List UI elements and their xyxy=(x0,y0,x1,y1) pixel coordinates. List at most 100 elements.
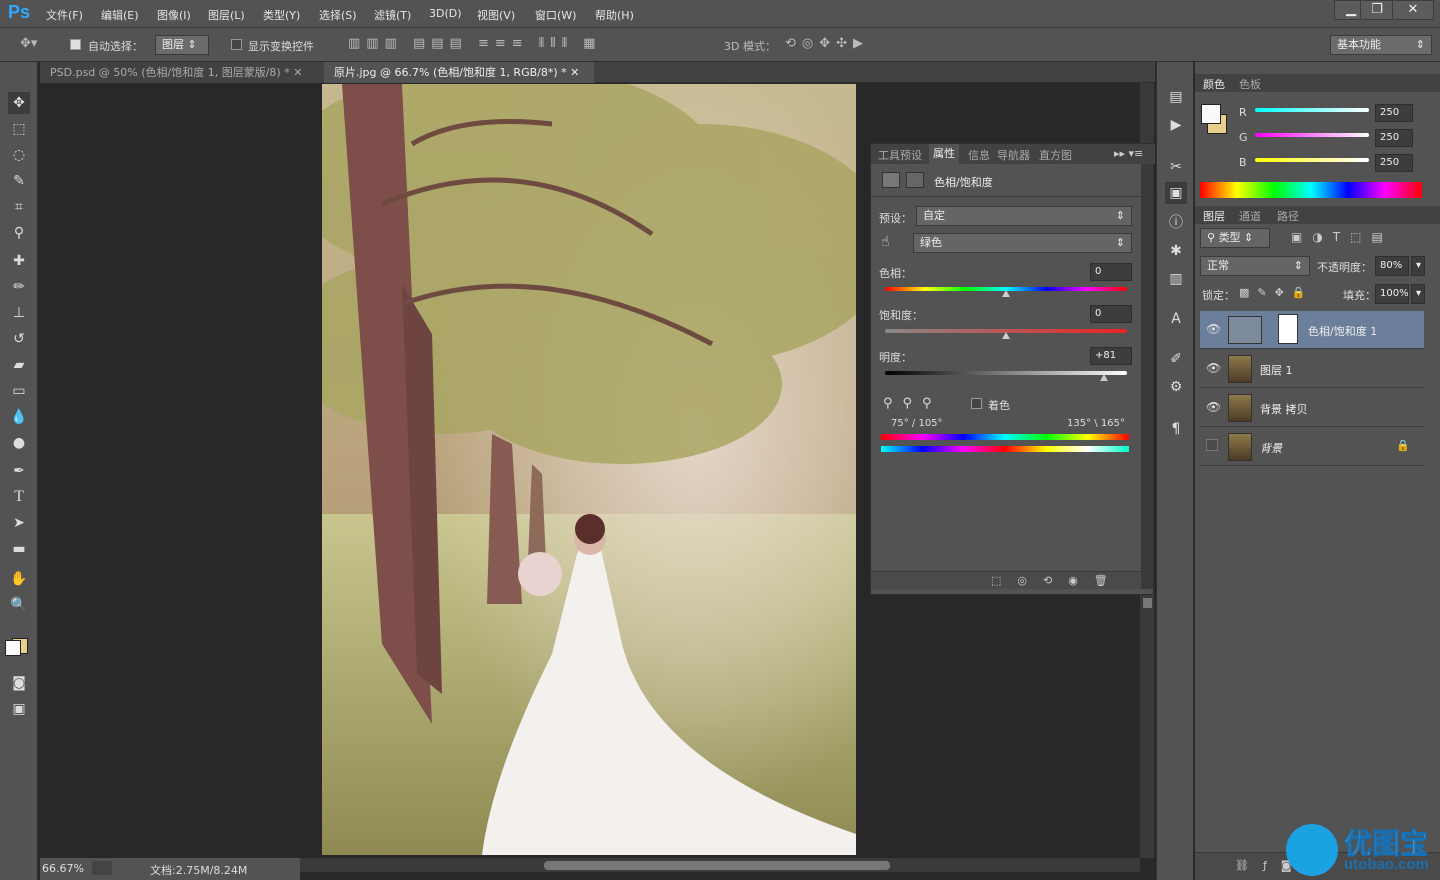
fill-input[interactable]: 100% xyxy=(1375,284,1409,304)
foreground-color-swatch[interactable] xyxy=(5,640,21,656)
visibility-eye-icon[interactable] xyxy=(1206,439,1218,451)
saturation-input[interactable]: 0 xyxy=(1090,305,1132,323)
actions-icon[interactable]: ▶ xyxy=(1165,114,1187,136)
properties-scrollbar[interactable] xyxy=(1141,164,1153,589)
range-bar-top[interactable] xyxy=(881,434,1129,440)
blur-tool-icon[interactable]: 💧 xyxy=(8,406,30,428)
menu-item-3[interactable]: 图层(L) xyxy=(208,7,245,23)
clone-stamp-icon[interactable]: ⊥ xyxy=(8,302,30,324)
lasso-tool-icon[interactable]: ◌ xyxy=(8,144,30,166)
blend-mode-select[interactable]: 正常 ⇕ xyxy=(1200,256,1310,276)
tab-properties[interactable]: 属性 xyxy=(929,144,959,164)
3d-mode-icons[interactable]: ⟲◎✥✣▶ xyxy=(785,36,869,51)
eyedropper-icons[interactable]: ⚲⚲⚲ xyxy=(883,396,942,411)
status-icon[interactable] xyxy=(92,861,112,875)
menu-item-5[interactable]: 选择(S) xyxy=(319,7,357,23)
menu-item-1[interactable]: 编辑(E) xyxy=(101,7,139,23)
footer-icons[interactable]: ⬚◎⟲◉🗑 xyxy=(991,574,1124,587)
saturation-slider-thumb[interactable] xyxy=(1002,332,1010,339)
layer-row[interactable]: 👁 背景 拷贝 xyxy=(1200,389,1424,427)
tab-tool-presets[interactable]: 工具预设 xyxy=(878,147,922,163)
layer-row[interactable]: 👁 色相/饱和度 1 xyxy=(1200,311,1424,349)
opacity-input[interactable]: 80% xyxy=(1375,256,1409,276)
quick-select-icon[interactable]: ✎ xyxy=(8,170,30,192)
menu-item-7[interactable]: 3D(D) xyxy=(429,7,462,20)
tab-color[interactable]: 颜色 xyxy=(1203,76,1225,92)
tab-layers[interactable]: 图层 xyxy=(1203,208,1225,224)
move-tool-icon[interactable]: ✥▾ xyxy=(20,36,37,51)
layer-name[interactable]: 色相/饱和度 1 xyxy=(1308,323,1377,339)
opacity-dropdown-icon[interactable]: ▾ xyxy=(1411,256,1425,276)
screen-mode-icon[interactable]: ▣ xyxy=(8,698,30,720)
lightness-slider[interactable] xyxy=(885,371,1127,375)
horizontal-scroll-thumb[interactable] xyxy=(544,861,890,870)
zoom-tool-icon[interactable]: 🔍 xyxy=(8,594,30,616)
character-icon[interactable]: A xyxy=(1165,308,1187,330)
brush-tool-icon[interactable]: ✏ xyxy=(8,276,30,298)
layer-name[interactable]: 图层 1 xyxy=(1260,362,1293,378)
quick-mask-icon[interactable]: ◙ xyxy=(8,672,30,694)
shape-tool-icon[interactable]: ▬ xyxy=(8,538,30,560)
document-image[interactable] xyxy=(322,84,856,855)
b-slider[interactable] xyxy=(1255,158,1369,162)
layer-filter-select[interactable]: ⚲ 类型 ⇕ xyxy=(1200,228,1270,248)
eyedropper-icon[interactable]: ⚲ xyxy=(8,222,30,244)
hue-slider-thumb[interactable] xyxy=(1002,290,1010,297)
g-slider[interactable] xyxy=(1255,133,1369,137)
tab-photo[interactable]: 原片.jpg @ 66.7% (色相/饱和度 1, RGB/8*) * ✕ xyxy=(324,62,594,83)
layer-filter-icons[interactable]: ▣◑T⬚▤ xyxy=(1291,230,1393,244)
gradient-tool-icon[interactable]: ▭ xyxy=(8,380,30,402)
marquee-tool-icon[interactable]: ⬚ xyxy=(8,118,30,140)
tab-navigator[interactable]: 导航器 xyxy=(997,147,1030,163)
adjustments-icon[interactable]: ⚙ xyxy=(1165,376,1187,398)
vertical-scroll-thumb[interactable] xyxy=(1143,598,1152,608)
close-icon[interactable]: ✕ xyxy=(570,66,579,79)
r-slider[interactable] xyxy=(1255,108,1369,112)
range-bar-bottom[interactable] xyxy=(881,446,1129,452)
histogram-icon[interactable]: ▥ xyxy=(1165,268,1187,290)
auto-select-target-select[interactable]: 图层 ⇕ xyxy=(155,35,209,55)
tools-preset-icon[interactable]: ✂ xyxy=(1165,156,1187,178)
tab-histogram[interactable]: 直方图 xyxy=(1039,147,1072,163)
pen-tool-icon[interactable]: ✒ xyxy=(8,460,30,482)
zoom-level[interactable]: 66.67% xyxy=(42,862,84,875)
collapse-icon[interactable]: ▸▸ ▾≡ xyxy=(1114,147,1143,160)
fill-dropdown-icon[interactable]: ▾ xyxy=(1411,284,1425,304)
menu-item-2[interactable]: 图像(I) xyxy=(157,7,191,23)
channel-select[interactable]: 绿色 ⇕ xyxy=(913,233,1132,253)
colorize-checkbox[interactable] xyxy=(971,398,982,409)
layer-row[interactable]: 背景 🔒 xyxy=(1200,428,1424,466)
color-fg-swatch[interactable] xyxy=(1201,104,1221,124)
layer-name[interactable]: 背景 xyxy=(1260,440,1282,456)
type-tool-icon[interactable]: T xyxy=(8,486,30,508)
g-input[interactable]: 250 xyxy=(1375,129,1413,147)
close-window-button[interactable]: ✕ xyxy=(1392,0,1434,20)
show-transform-checkbox[interactable] xyxy=(231,39,242,50)
preset-select[interactable]: 自定 ⇕ xyxy=(916,206,1132,226)
tab-paths[interactable]: 路径 xyxy=(1277,208,1299,224)
crop-tool-icon[interactable]: ⌗ xyxy=(8,196,30,218)
properties-icon[interactable]: ▣ xyxy=(1165,182,1187,204)
menu-item-6[interactable]: 滤镜(T) xyxy=(374,7,411,23)
visibility-eye-icon[interactable]: 👁 xyxy=(1206,322,1221,336)
lock-icons[interactable]: ▩✎✥🔒 xyxy=(1239,286,1314,299)
history-brush-icon[interactable]: ↺ xyxy=(8,328,30,350)
lightness-input[interactable]: +81 xyxy=(1090,347,1132,365)
mask-icon[interactable] xyxy=(906,172,924,188)
color-spectrum[interactable] xyxy=(1200,182,1422,198)
menu-item-9[interactable]: 窗口(W) xyxy=(535,7,576,23)
visibility-eye-icon[interactable]: 👁 xyxy=(1206,361,1221,375)
move-tool-icon[interactable]: ✥ xyxy=(8,92,30,114)
close-icon[interactable]: ✕ xyxy=(293,66,302,79)
dodge-tool-icon[interactable]: ● xyxy=(8,432,30,454)
restore-button[interactable]: ❐ xyxy=(1360,0,1394,20)
workspace-select[interactable]: 基本功能 ⇕ xyxy=(1330,35,1432,55)
hue-input[interactable]: 0 xyxy=(1090,263,1132,281)
hand-target-icon[interactable]: ☝ xyxy=(881,234,890,250)
layer-row[interactable]: 👁 图层 1 xyxy=(1200,350,1424,388)
paragraph-icon[interactable]: ¶ xyxy=(1165,418,1187,440)
menu-item-8[interactable]: 视图(V) xyxy=(477,7,515,23)
tab-info[interactable]: 信息 xyxy=(968,147,990,163)
r-input[interactable]: 250 xyxy=(1375,104,1413,122)
horizontal-scrollbar[interactable] xyxy=(300,858,1140,872)
